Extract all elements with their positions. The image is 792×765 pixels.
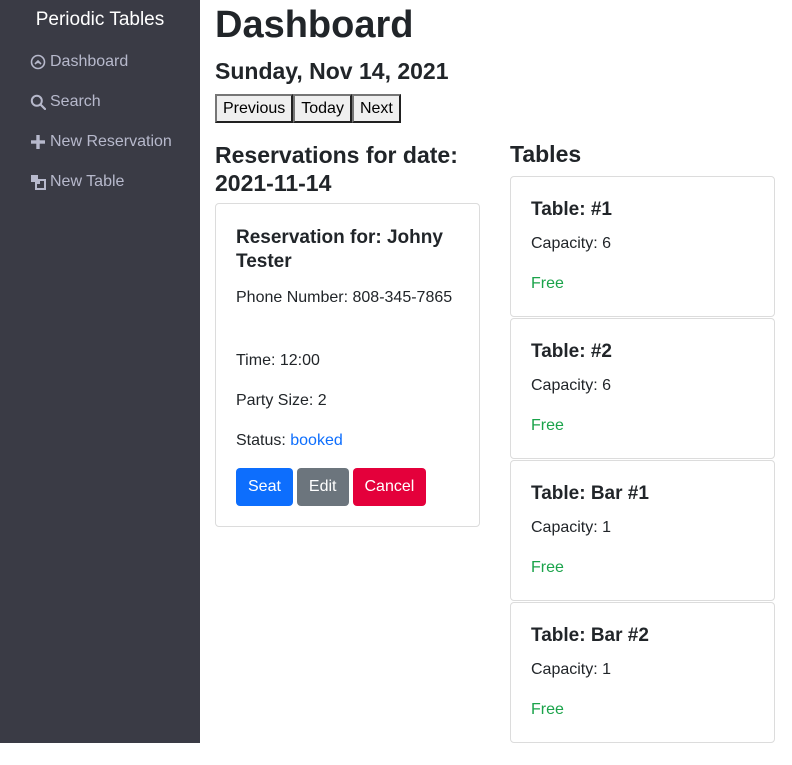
- table-card: Table: Bar #1 Capacity: 1 Free: [510, 460, 775, 601]
- table-capacity: Capacity: 1: [531, 519, 612, 536]
- search-icon: [29, 93, 47, 111]
- reservation-card: Reservation for: Johny Tester Phone Numb…: [215, 203, 480, 527]
- brand-title[interactable]: Periodic Tables: [0, 9, 200, 31]
- sidebar-item-label: Search: [50, 93, 101, 110]
- table-name: Table: Bar #1: [531, 483, 649, 504]
- table-name: Table: Bar #2: [531, 625, 649, 646]
- status-label: Status:: [236, 432, 291, 449]
- today-button[interactable]: Today: [293, 94, 352, 123]
- table-status: Free: [531, 559, 564, 576]
- table-name: Table: #2: [531, 341, 612, 362]
- table-capacity: Capacity: 6: [531, 235, 612, 252]
- sidebar-item-label: New Reservation: [50, 133, 172, 150]
- sidebar-item-new-reservation[interactable]: New Reservation: [29, 131, 172, 153]
- tables-heading: Tables: [510, 141, 582, 167]
- table-status: Free: [531, 417, 564, 434]
- reservations-heading: Reservations for date: 2021-11-14: [215, 142, 458, 196]
- table-card: Table: #1 Capacity: 6 Free: [510, 176, 775, 317]
- reservation-phone: Phone Number: 808-345-7865: [236, 289, 453, 306]
- current-date: Sunday, Nov 14, 2021: [215, 58, 449, 84]
- table-card: Table: Bar #2 Capacity: 1 Free: [510, 602, 775, 743]
- table-capacity: Capacity: 6: [531, 377, 612, 394]
- seat-button[interactable]: Seat: [236, 468, 293, 506]
- reservation-status: Status: booked: [236, 429, 466, 453]
- plus-icon: [29, 133, 47, 151]
- sidebar-item-dashboard[interactable]: Dashboard: [29, 51, 128, 73]
- cancel-button[interactable]: Cancel: [352, 468, 427, 506]
- dashboard-icon: [29, 53, 47, 71]
- sidebar-item-search[interactable]: Search: [29, 91, 101, 113]
- reservation-name: Reservation for: Johny Tester: [236, 227, 443, 272]
- reservation-time: Time: 12:00: [236, 352, 320, 369]
- sidebar-item-label: Dashboard: [50, 53, 129, 70]
- status-badge: booked: [290, 432, 343, 449]
- table-name: Table: #1: [531, 199, 612, 220]
- table-status: Free: [531, 275, 564, 292]
- table-status: Free: [531, 701, 564, 718]
- reservation-party-size: Party Size: 2: [236, 392, 327, 409]
- page-title: Dashboard: [215, 4, 414, 46]
- table-card: Table: #2 Capacity: 6 Free: [510, 318, 775, 459]
- previous-button[interactable]: Previous: [215, 94, 294, 123]
- sidebar: Periodic Tables Dashboard Search New Res…: [0, 0, 200, 743]
- edit-button[interactable]: Edit: [296, 468, 349, 506]
- table-capacity: Capacity: 1: [531, 661, 612, 678]
- sidebar-item-new-table[interactable]: New Table: [29, 171, 124, 193]
- new-table-icon: [29, 173, 47, 191]
- reservation-actions: Seat Edit Cancel: [236, 468, 427, 506]
- next-button[interactable]: Next: [351, 94, 401, 123]
- date-navigation: Previous Today Next: [215, 94, 401, 123]
- sidebar-item-label: New Table: [50, 173, 125, 190]
